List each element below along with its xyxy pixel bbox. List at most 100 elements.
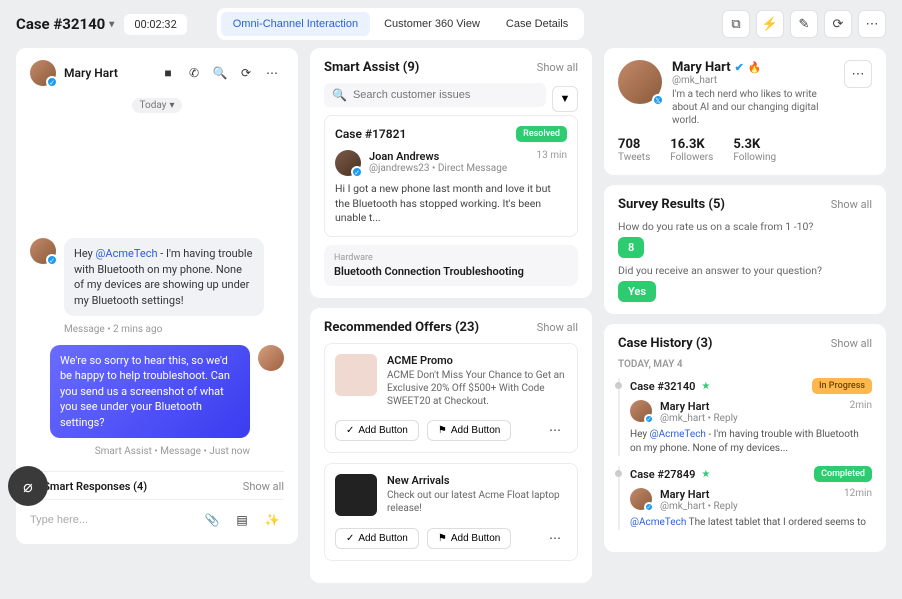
add-button-flag[interactable]: ⚑Add Button (427, 420, 511, 441)
offer-image (335, 474, 377, 516)
show-all-link[interactable]: Show all (831, 337, 872, 350)
conversation-column: ✓ Mary Hart ■ ✆ 🔍 ⟳ ⋯ Today▾ ✓ Hey @Acme… (16, 48, 298, 583)
conversation-header: ✓ Mary Hart ■ ✆ 🔍 ⟳ ⋯ (30, 60, 284, 94)
more-icon[interactable]: ⋯ (260, 61, 284, 85)
chevron-down-icon: ▾ (109, 19, 114, 30)
tab-customer-360[interactable]: Customer 360 View (372, 12, 492, 36)
sparkle-icon[interactable]: ✨ (260, 508, 284, 532)
stat-label: Followers (670, 152, 713, 163)
attachment-icon[interactable]: 📎 (200, 508, 224, 532)
case-title-text: Case #32140 (16, 15, 105, 33)
person-name: Mary Hart (660, 488, 836, 501)
knowledge-card[interactable]: Hardware Bluetooth Connection Troublesho… (324, 245, 578, 286)
stat-label: Following (733, 152, 776, 163)
bolt-icon[interactable]: ⚡ (756, 10, 784, 38)
case-title[interactable]: Case #32140 ▾ (16, 15, 114, 33)
refresh-icon[interactable]: ⟳ (824, 10, 852, 38)
flag-icon: ⚑ (438, 425, 447, 436)
show-all-link[interactable]: Show all (537, 61, 578, 74)
check-icon: ✓ (346, 533, 354, 544)
note-icon[interactable]: ▤ (230, 508, 254, 532)
time-label: 13 min (537, 150, 567, 161)
more-icon[interactable]: ⋯ (543, 526, 567, 550)
mention[interactable]: @AcmeTech (650, 429, 706, 440)
history-item[interactable]: Case #27849 ★ Completed ✓ Mary Hart @mk_… (618, 466, 872, 530)
status-badge: Resolved (516, 126, 567, 142)
offers-title: Recommended Offers (23) (324, 320, 479, 335)
tab-omni-channel[interactable]: Omni-Channel Interaction (221, 12, 370, 36)
category-label: Hardware (334, 253, 568, 263)
star-icon: ★ (701, 381, 710, 392)
video-icon[interactable]: ■ (156, 61, 180, 85)
survey-answer: Yes (618, 281, 656, 302)
filter-icon[interactable]: ▼ (552, 86, 578, 112)
person-handle: @jandrews23 • Direct Message (369, 163, 529, 174)
search-icon: 🔍 (332, 88, 347, 102)
incoming-message: ✓ Hey @AcmeTech - I'm having trouble wit… (30, 238, 284, 316)
outgoing-message: We're so sorry to hear this, so we'd be … (30, 345, 284, 438)
twitter-badge-icon: 𝕏 (652, 94, 664, 106)
profile-bio: I'm a tech nerd who likes to write about… (672, 88, 834, 127)
mention[interactable]: @AcmeTech (96, 247, 158, 260)
history-body: @AcmeTech The latest tablet that I order… (630, 516, 872, 530)
case-id: Case #27849 (630, 468, 695, 481)
composer: 📎 ▤ ✨ (30, 499, 284, 532)
search-input[interactable] (353, 89, 538, 101)
offer-title: ACME Promo (387, 354, 567, 367)
graph-icon[interactable]: ✎ (790, 10, 818, 38)
mention[interactable]: @AcmeTech (630, 517, 686, 528)
avatar: ✓ (335, 150, 361, 176)
case-body: Hi I got a new phone last month and love… (335, 182, 567, 226)
message-meta: Smart Assist • Message • Just now (30, 446, 250, 457)
check-icon: ✓ (346, 425, 354, 436)
copy-icon[interactable]: ⧉ (722, 10, 750, 38)
survey-answer: 8 (618, 237, 644, 258)
more-icon[interactable]: ⋯ (543, 418, 567, 442)
tab-case-details[interactable]: Case Details (494, 12, 580, 36)
message-meta: Message • 2 mins ago (64, 324, 284, 335)
person-handle: @mk_hart • Reply (660, 501, 836, 512)
conversation-name: Mary Hart (64, 66, 118, 80)
profile-stats: 708Tweets 16.3KFollowers 5.3KFollowing (618, 137, 872, 163)
status-badge: In Progress (812, 378, 872, 394)
avatar: ✓ (630, 400, 652, 422)
add-button-flag[interactable]: ⚑Add Button (427, 528, 511, 549)
show-all-link[interactable]: Show all (831, 198, 872, 211)
article-title: Bluetooth Connection Troubleshooting (334, 265, 568, 278)
verified-icon: ✔ (735, 61, 744, 74)
more-icon[interactable]: ⋯ (844, 60, 872, 88)
agent-avatar (258, 345, 284, 371)
related-case-card[interactable]: Case #17821 Resolved ✓ Joan Andrews @jan… (324, 115, 578, 237)
stat-number: 708 (618, 137, 650, 152)
add-button-check[interactable]: ✓Add Button (335, 420, 419, 441)
phone-icon[interactable]: ✆ (182, 61, 206, 85)
add-button-check[interactable]: ✓Add Button (335, 528, 419, 549)
fire-icon: 🔥 (748, 61, 762, 74)
more-icon[interactable]: ⋯ (858, 10, 886, 38)
star-icon: ★ (701, 469, 710, 480)
offer-desc: ACME Don't Miss Your Chance to Get an Ex… (387, 369, 567, 408)
show-all-link[interactable]: Show all (537, 321, 578, 334)
profile-handle: @mk_hart (672, 75, 834, 86)
time-label: 2min (850, 400, 872, 411)
day-chip: Today▾ (132, 98, 183, 113)
avatar: 𝕏 (618, 60, 662, 104)
top-bar: Case #32140 ▾ 00:02:32 Omni-Channel Inte… (0, 0, 902, 48)
search-icon[interactable]: 🔍 (208, 61, 232, 85)
case-id: Case #32140 (630, 380, 695, 393)
stat-label: Tweets (618, 152, 650, 163)
history-item[interactable]: Case #32140 ★ In Progress ✓ Mary Hart @m… (618, 378, 872, 456)
top-actions: ⧉ ⚡ ✎ ⟳ ⋯ (722, 10, 886, 38)
history-body: Hey @AcmeTech - I'm having trouble with … (630, 428, 872, 456)
smart-assist-title: Smart Assist (9) (324, 60, 419, 75)
composer-input[interactable] (30, 514, 200, 526)
avatar: ✓ (30, 238, 56, 264)
refresh-icon[interactable]: ⟳ (234, 61, 258, 85)
offer-desc: Check out our latest Acme Float laptop r… (387, 489, 567, 515)
camera-icon[interactable]: ⌀ (8, 466, 48, 506)
show-all-link[interactable]: Show all (243, 480, 284, 493)
status-badge: Completed (814, 466, 872, 482)
offer-image (335, 354, 377, 396)
history-day: TODAY, MAY 4 (618, 359, 872, 370)
assist-column: Smart Assist (9) Show all 🔍 ▼ Case #1782… (310, 48, 592, 583)
